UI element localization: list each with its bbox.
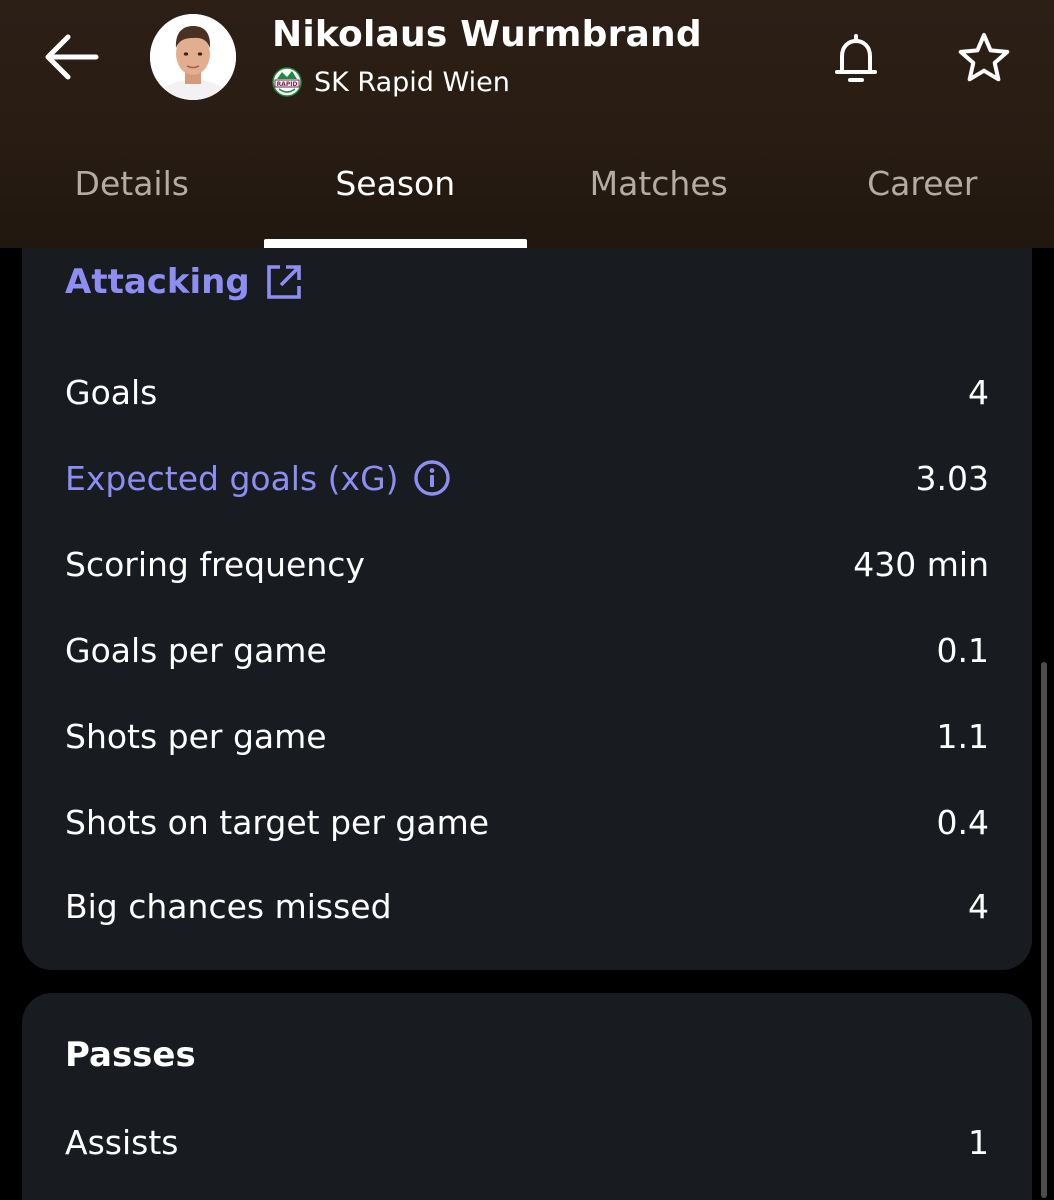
stat-row-assists: Assists 1 [65,1112,989,1172]
tab-season[interactable]: Season [263,150,528,248]
star-icon [958,33,1010,82]
passes-card: Passes Assists 1 [22,993,1032,1200]
stat-value: 4 [968,886,989,926]
stat-value: 1.1 [936,716,989,756]
notification-button[interactable] [826,26,886,90]
tab-details[interactable]: Details [0,150,264,248]
tab-career[interactable]: Career [791,150,1054,248]
back-button[interactable] [30,22,110,92]
stat-label: Assists [65,1122,179,1162]
team-name: SK Rapid Wien [314,66,510,98]
stat-value: 1 [968,1122,989,1162]
tab-matches[interactable]: Matches [527,150,791,248]
team-link[interactable]: RAPID SK Rapid Wien [272,64,510,100]
stat-row-big-chances-missed: Big chances missed 4 [65,876,989,936]
favorite-button[interactable] [954,26,1014,90]
stat-label: Shots on target per game [65,802,490,842]
stat-value: 4 [968,372,989,412]
attacking-section-link[interactable]: Attacking [65,262,304,302]
player-header: Nikolaus Wurmbrand RAPID SK Rapid Wien D… [0,0,1054,248]
info-icon[interactable] [413,459,451,497]
stat-row-scoring-frequency: Scoring frequency 430 min [65,534,989,594]
stat-label: Goals [65,372,158,412]
stat-row-shots-per-game: Shots per game 1.1 [65,706,989,766]
player-photo [150,14,236,100]
bell-icon [835,34,877,82]
expected-goals-link[interactable]: Expected goals (xG) [65,459,451,498]
passes-title: Passes [65,1035,196,1075]
scrollbar[interactable] [1041,662,1047,1198]
stat-value: 3.03 [915,458,989,498]
stat-value: 0.4 [936,802,989,842]
stat-label: Shots per game [65,716,327,756]
stat-label: Big chances missed [65,886,392,926]
attacking-card: Attacking Goals 4 Expected goals (xG) 3.… [22,200,1032,970]
stat-value: 0.1 [936,630,989,670]
player-name: Nikolaus Wurmbrand [272,14,702,55]
tab-bar: Details Season Matches Career [0,150,1054,248]
stat-row-goals-per-game: Goals per game 0.1 [65,620,989,680]
stat-label: Scoring frequency [65,544,365,584]
stat-label: Expected goals (xG) [65,458,399,498]
stat-label: Goals per game [65,630,327,670]
external-link-icon [266,265,301,299]
player-avatar [150,14,236,100]
player-season-screen: Attacking Goals 4 Expected goals (xG) 3.… [0,0,1054,1200]
stat-row-goals: Goals 4 [65,362,989,422]
team-logo: RAPID [272,67,302,97]
stat-row-shots-on-target: Shots on target per game 0.4 [65,792,989,852]
stat-value: 430 min [853,544,989,584]
arrow-left-icon [45,34,99,80]
attacking-title: Attacking [65,262,250,302]
team-logo-text: RAPID [277,81,298,88]
stat-row-expected-goals: Expected goals (xG) 3.03 [65,448,989,508]
